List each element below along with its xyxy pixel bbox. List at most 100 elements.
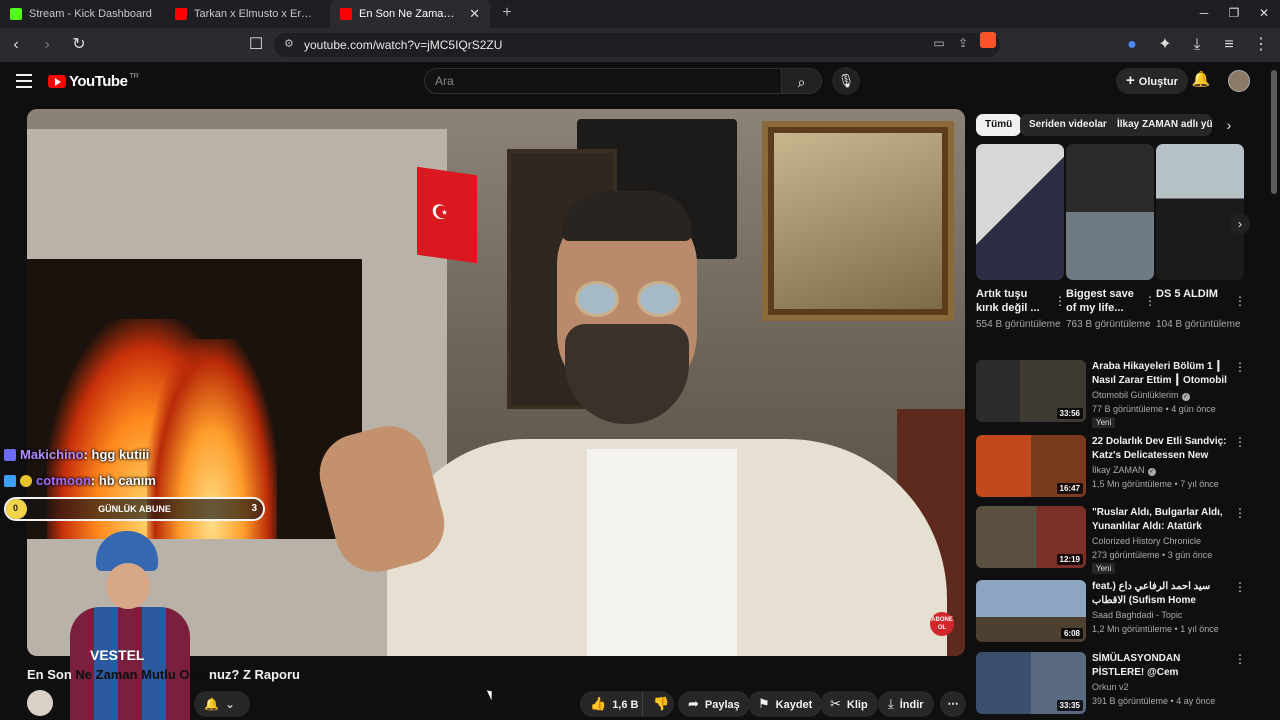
sunglasses — [575, 281, 685, 317]
channel-label[interactable]: Saad Baghdadi - Topic — [1092, 610, 1182, 620]
short-item[interactable]: Artık tuşu kırık değil ... 554 B görüntü… — [976, 144, 1066, 332]
channel-label[interactable]: Orkun v2 — [1092, 682, 1129, 692]
menu-icon[interactable]: ⋮ — [1250, 34, 1272, 56]
more-options-icon[interactable]: ⋮ — [1234, 580, 1246, 594]
recommended-video[interactable]: 6:08 feat.) سيد احمد الرفاعي داع الاقطاب… — [976, 580, 1266, 648]
video-thumbnail[interactable]: 12:19 — [976, 506, 1086, 568]
video-thumbnail[interactable]: 16:47 — [976, 435, 1086, 497]
more-options-icon[interactable]: ⋮ — [1144, 294, 1156, 308]
channel-avatar[interactable] — [27, 690, 53, 716]
chip-uploader[interactable]: İlkay ZAMAN adlı yük — [1108, 114, 1212, 136]
recommended-video[interactable]: 33:56 Araba Hikayeleri Bölüm 1 ┃ Nasıl Z… — [976, 360, 1266, 428]
scrollbar-thumb[interactable] — [1271, 70, 1277, 194]
chat-text: : hgg kutiii — [83, 447, 150, 462]
short-thumbnail[interactable] — [976, 144, 1064, 280]
notifications-bell-icon[interactable]: 🔔 — [1190, 70, 1212, 92]
chip-all[interactable]: Tümü — [976, 114, 1022, 136]
tab-current-video[interactable]: En Son Ne Zaman Mutlu Oldu ✕ — [330, 0, 490, 28]
playlist-icon[interactable]: ≡ — [1218, 34, 1240, 56]
video-title[interactable]: "Ruslar Aldı, Bulgarlar Aldı, Yunanlılar… — [1092, 506, 1228, 534]
channel-name[interactable]: Orkun v2 — [1092, 682, 1129, 692]
dislike-button[interactable]: 👎 — [642, 691, 674, 717]
create-button[interactable]: + Oluştur — [1116, 68, 1188, 94]
notification-button[interactable]: 🔔 ⌄ — [194, 691, 250, 717]
voice-search-button[interactable]: 🎙 — [832, 67, 860, 95]
more-options-icon[interactable]: ⋮ — [1234, 435, 1246, 449]
new-badge: Yeni — [1092, 417, 1116, 428]
chat-badge-icon — [20, 475, 32, 487]
short-title[interactable]: DS 5 ALDIM — [1156, 287, 1228, 315]
clip-button[interactable]: ✂ Klip — [820, 691, 878, 717]
sub-goal-bar: 0 GÜNLÜK ABUNE 3 — [4, 497, 265, 521]
short-item[interactable]: Biggest save of my life... 763 B görüntü… — [1066, 144, 1156, 332]
short-thumbnail[interactable] — [1156, 144, 1244, 280]
minimize-button[interactable]: ─ — [1192, 4, 1216, 22]
video-duration: 6:08 — [1060, 628, 1083, 639]
reload-button[interactable]: ↻ — [68, 34, 90, 56]
more-options-icon[interactable]: ⋮ — [1234, 360, 1246, 374]
search-box[interactable] — [424, 68, 782, 94]
channel-name[interactable]: Colorized History Chronicle — [1092, 536, 1201, 546]
search-button[interactable]: ⌕ — [782, 68, 822, 94]
video-thumbnail[interactable]: 33:56 — [976, 360, 1086, 422]
bookmark-icon[interactable]: ☐ — [245, 34, 267, 56]
tab-tarkan-video[interactable]: Tarkan x Elmusto x Era7capone - ADE — [165, 0, 327, 28]
search-input[interactable] — [435, 73, 765, 89]
more-icon: ⋯ — [947, 698, 959, 710]
video-title[interactable]: Araba Hikayeleri Bölüm 1 ┃ Nasıl Zarar E… — [1092, 360, 1228, 388]
page-scrollbar[interactable] — [1270, 64, 1278, 720]
channel-name[interactable]: İlkay ZAMAN ✓ — [1092, 465, 1156, 476]
short-thumbnail[interactable] — [1066, 144, 1154, 280]
close-window-button[interactable]: ✕ — [1252, 4, 1276, 22]
share-page-icon[interactable]: ⇪ — [954, 36, 972, 50]
account-avatar[interactable] — [1228, 70, 1250, 92]
site-info-icon[interactable]: ⚙ — [284, 37, 294, 50]
channel-name[interactable]: Saad Baghdadi - Topic — [1092, 610, 1182, 620]
download-button[interactable]: ⤓ İndir — [878, 691, 934, 717]
tab-kick-dashboard[interactable]: Stream - Kick Dashboard — [0, 0, 165, 28]
restore-button[interactable]: ❐ — [1222, 4, 1246, 22]
recommended-video[interactable]: 16:47 22 Dolarlık Dev Etli Sandviç: Katz… — [976, 435, 1266, 503]
forward-button[interactable]: › — [36, 34, 58, 56]
address-bar[interactable]: ⚙ youtube.com/watch?v=jMC5IQrS2ZU ▭ ⇪ — [274, 33, 1000, 57]
video-title[interactable]: SİMÜLASYONDAN PİSTLERE! @Cem Bolukbasi i… — [1092, 652, 1228, 680]
video-duration: 33:35 — [1056, 700, 1083, 711]
more-options-icon[interactable]: ⋮ — [1054, 294, 1066, 308]
vpn-icon[interactable]: ● — [1121, 34, 1143, 56]
video-thumbnail[interactable]: 6:08 — [976, 580, 1086, 642]
save-button[interactable]: ⚑ Kaydet — [748, 691, 823, 717]
more-options-icon[interactable]: ⋮ — [1234, 652, 1246, 666]
channel-label[interactable]: Colorized History Chronicle — [1092, 536, 1201, 546]
video-title[interactable]: 22 Dolarlık Dev Etli Sandviç: Katz's Del… — [1092, 435, 1228, 463]
new-tab-button[interactable]: + — [498, 4, 516, 22]
chips-next-icon[interactable]: › — [1219, 114, 1239, 136]
country-code: TR — [129, 73, 139, 80]
youtube-logo[interactable]: YouTube TR — [48, 73, 139, 90]
recommended-video[interactable]: 12:19 "Ruslar Aldı, Bulgarlar Aldı, Yuna… — [976, 506, 1266, 574]
channel-label[interactable]: İlkay ZAMAN — [1092, 465, 1145, 475]
shorts-next-icon[interactable]: › — [1230, 214, 1250, 234]
share-button[interactable]: ➦ Paylaş — [678, 691, 750, 717]
more-options-icon[interactable]: ⋮ — [1234, 506, 1246, 520]
short-title[interactable]: Artık tuşu kırık değil ... — [976, 287, 1048, 315]
extensions-icon[interactable]: ✦ — [1154, 34, 1176, 56]
cast-icon[interactable]: ▭ — [930, 36, 948, 50]
hamburger-menu-icon[interactable] — [16, 74, 32, 88]
channel-label[interactable]: Otomobil Günlüklerim — [1092, 390, 1179, 400]
recommended-video[interactable]: 33:35 SİMÜLASYONDAN PİSTLERE! @Cem Boluk… — [976, 652, 1266, 720]
video-thumbnail[interactable]: 33:35 — [976, 652, 1086, 714]
subscribe-watermark[interactable]: ABONE OL — [930, 612, 954, 636]
downloads-icon[interactable]: ⤓ — [1186, 34, 1208, 56]
close-tab-icon[interactable]: ✕ — [469, 6, 480, 22]
short-title[interactable]: Biggest save of my life... — [1066, 287, 1138, 315]
video-title[interactable]: feat.) سيد احمد الرفاعي داع الاقطاب (Suf… — [1092, 580, 1228, 608]
brave-shields-icon[interactable] — [980, 32, 996, 48]
chip-series[interactable]: Seriden videolar — [1020, 114, 1116, 136]
more-options-icon[interactable]: ⋮ — [1234, 294, 1246, 308]
turkish-flag: ☪ — [417, 166, 477, 264]
like-button[interactable]: 👍 1,6 B — [580, 691, 642, 717]
back-button[interactable]: ‹ — [5, 34, 27, 56]
short-item[interactable]: DS 5 ALDIM 104 B görüntüleme ⋮ — [1156, 144, 1246, 332]
channel-name[interactable]: Otomobil Günlüklerim ✓ — [1092, 390, 1190, 401]
more-actions-button[interactable]: ⋯ — [940, 691, 966, 717]
